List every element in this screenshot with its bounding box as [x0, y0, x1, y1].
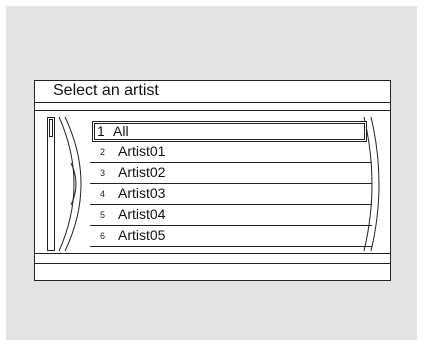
display-screen: Select an artist 1 All 2 Artist01 3 Arti…: [34, 80, 391, 281]
item-number: 6: [100, 231, 106, 241]
title-bar: Select an artist: [35, 81, 390, 103]
screen-title: Select an artist: [53, 82, 159, 99]
list-item-artist03[interactable]: 4 Artist03: [90, 184, 372, 205]
item-number: 3: [100, 168, 106, 178]
list-item-all[interactable]: 1 All: [92, 121, 367, 142]
artist-list: 1 All 2 Artist01 3 Artist02 4 Artist03 5…: [90, 121, 372, 247]
divider: [35, 253, 390, 254]
divider: [35, 110, 390, 111]
item-number: 4: [100, 189, 106, 199]
divider: [35, 263, 390, 264]
list-item-artist04[interactable]: 5 Artist04: [90, 205, 372, 226]
item-label: Artist03: [118, 185, 166, 201]
item-label: Artist04: [118, 206, 166, 222]
list-item-artist02[interactable]: 3 Artist02: [90, 163, 372, 184]
item-label: All: [113, 123, 129, 139]
list-item-artist01[interactable]: 2 Artist01: [90, 142, 372, 163]
item-label: Artist01: [118, 143, 166, 159]
scrollbar-thumb[interactable]: [49, 119, 53, 137]
item-number: 5: [100, 210, 106, 220]
scrollbar-track[interactable]: [47, 117, 55, 251]
item-label: Artist05: [118, 227, 166, 243]
item-number: 1: [97, 123, 105, 139]
list-item-artist05[interactable]: 6 Artist05: [90, 226, 372, 247]
item-label: Artist02: [118, 164, 166, 180]
item-number: 2: [100, 147, 106, 157]
